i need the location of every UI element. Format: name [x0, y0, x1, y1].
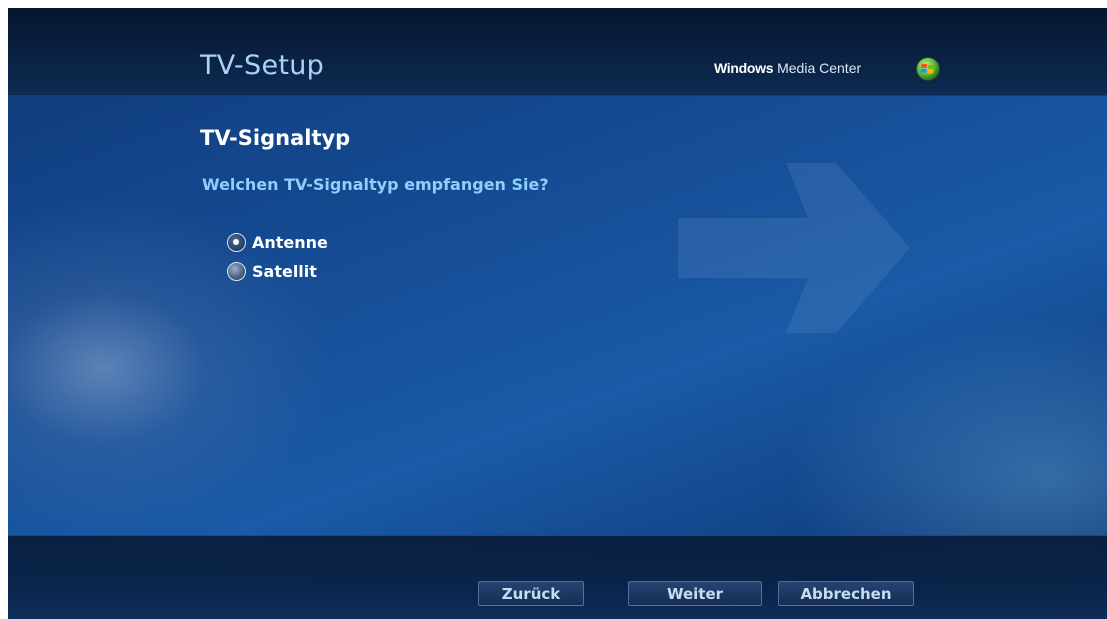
windows-logo-icon — [916, 57, 940, 81]
back-button[interactable]: Zurück — [478, 581, 584, 606]
arrow-right-icon — [678, 163, 910, 333]
brand-name: Windows Media Center — [714, 60, 861, 76]
radio-button-checked-icon[interactable] — [227, 232, 246, 252]
header-bar: TV-Setup Windows Media Center — [8, 8, 1107, 96]
radio-label-satellit: Satellit — [252, 261, 317, 281]
radio-label-antenne: Antenne — [252, 232, 328, 252]
radio-option-antenne[interactable]: Antenne — [227, 230, 328, 254]
media-center-window: TV-Setup Windows Media Center TV-Signalt… — [8, 8, 1107, 619]
next-button[interactable]: Weiter — [628, 581, 762, 606]
question-text: Welchen TV-Signaltyp empfangen Sie? — [202, 175, 549, 194]
section-heading: TV-Signaltyp — [200, 126, 351, 150]
footer-bar — [8, 535, 1107, 619]
brand-name-light: Media Center — [773, 60, 862, 76]
brand-name-bold: Windows — [714, 60, 774, 76]
cancel-button[interactable]: Abbrechen — [778, 581, 914, 606]
radio-button-unchecked-icon[interactable] — [227, 261, 246, 281]
radio-option-satellit[interactable]: Satellit — [227, 259, 317, 283]
page-title: TV-Setup — [200, 50, 325, 81]
